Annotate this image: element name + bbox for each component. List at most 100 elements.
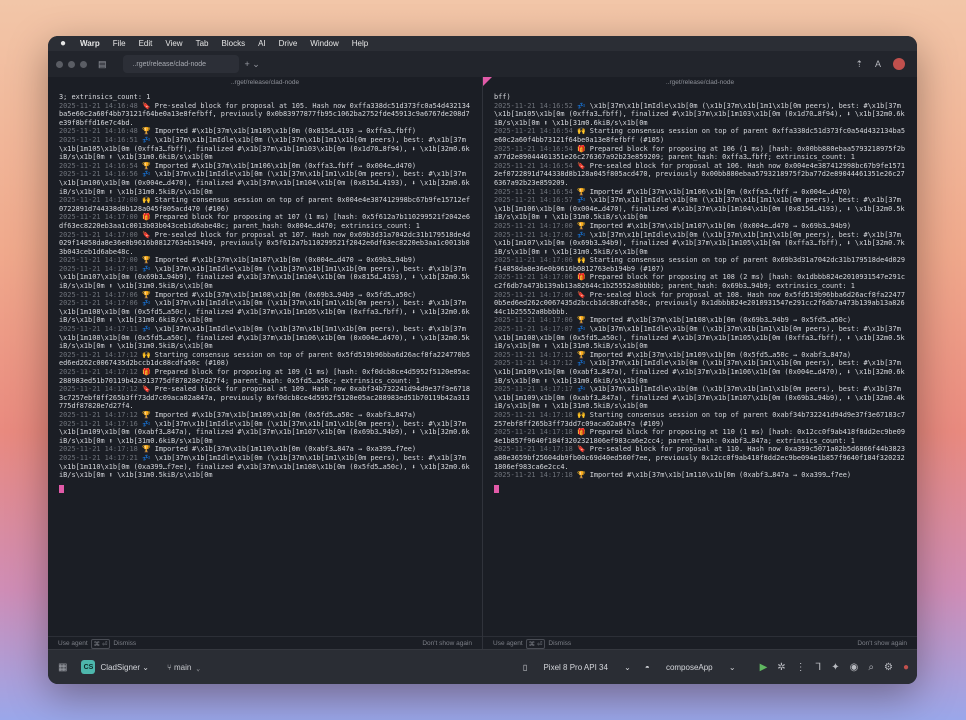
terminal-pane-right[interactable]: ..rget/release/clad-node bff) 2025-11-21 … xyxy=(483,77,917,650)
log-timestamp: 2025-11-21 14:17:18 xyxy=(494,428,573,437)
run-icon[interactable]: ▶ xyxy=(760,662,768,673)
log-timestamp: 2025-11-21 14:16:54 xyxy=(59,161,138,170)
log-line: 2025-11-21 14:17:06 🏆 Imported #\x1b[37m… xyxy=(59,291,473,300)
log-message: 🏆 Imported #\x1b[37m\x1b[1m106\x1b[0m (0… xyxy=(137,161,417,170)
log-line: 2025-11-21 14:17:12 🔖 Pre-sealed block f… xyxy=(59,385,473,411)
tab-clad-node[interactable]: ..rget/release/clad-node xyxy=(122,55,239,73)
ai-icon[interactable]: A xyxy=(875,59,881,69)
log-timestamp: 2025-11-21 14:16:54 xyxy=(494,161,573,170)
dont-show-again-link[interactable]: Don't show again xyxy=(422,640,472,647)
log-line: 2025-11-21 14:17:06 💤 \x1b[37m\x1b[1mIdl… xyxy=(59,299,473,325)
log-line: 2025-11-21 14:17:06 🎁 Prepared block for… xyxy=(494,273,908,290)
log-timestamp: 2025-11-21 14:17:00 xyxy=(59,213,138,222)
log-line: 2025-11-21 14:17:06 🔖 Pre-sealed block f… xyxy=(494,291,908,317)
warp-window: ● Warp File Edit View Tab Blocks AI Driv… xyxy=(48,36,917,684)
menu-drive[interactable]: Drive xyxy=(279,39,298,48)
log-line: 2025-11-21 14:17:01 💤 \x1b[37m\x1b[1mIdl… xyxy=(59,265,473,291)
use-agent-shortcut: ⌘ ⏎ xyxy=(525,638,546,649)
apple-icon[interactable]: ● xyxy=(60,38,70,49)
run-config: ▯ Pixel 8 Pro API 34 ⌄ ◓ composeApp ⌄ xyxy=(523,663,750,672)
new-tab-plus-icon[interactable]: + ⌄ xyxy=(245,59,260,70)
terminal-pane-left[interactable]: ..rget/release/clad-node 3; extrinsics_c… xyxy=(48,77,483,650)
log-timestamp: 2025-11-21 14:17:12 xyxy=(59,410,138,419)
log-line: 2025-11-21 14:16:57 💤 \x1b[37m\x1b[1mIdl… xyxy=(494,196,908,222)
more-icon[interactable]: ⋮ xyxy=(796,662,806,673)
log-line: 2025-11-21 14:17:00 🎁 Prepared block for… xyxy=(59,213,473,230)
log-message: 🏆 Imported #\x1b[37m\x1b[1m110\x1b[0m (0… xyxy=(572,471,852,480)
dont-show-again-link[interactable]: Don't show again xyxy=(857,640,907,647)
project-selector[interactable]: CS CladSigner ⌄ xyxy=(81,660,149,674)
menu-view[interactable]: View xyxy=(165,39,182,48)
menu-help[interactable]: Help xyxy=(352,39,368,48)
agent-bar-right: Use agent ⌘ ⏎ Dismiss Don't show again xyxy=(483,636,917,650)
log-line: 2025-11-21 14:17:18 🙌 Starting consensus… xyxy=(494,411,908,428)
use-agent-link[interactable]: Use agent xyxy=(493,640,523,647)
log-message: 🏆 Imported #\x1b[37m\x1b[1m107\x1b[0m (0… xyxy=(572,221,852,230)
log-line: 2025-11-21 14:16:48 🔖 Pre-sealed block f… xyxy=(59,102,473,128)
search-icon[interactable]: ⌕ xyxy=(868,662,874,673)
log-line: 2025-11-21 14:16:52 💤 \x1b[37m\x1b[1mIdl… xyxy=(494,102,908,128)
share-icon[interactable]: ⇡ xyxy=(855,59,863,70)
branch-selector[interactable]: ⑂ main ⌄ xyxy=(167,663,201,672)
log-timestamp: 2025-11-21 14:17:18 xyxy=(494,471,573,480)
log-timestamp: 2025-11-21 14:17:06 xyxy=(494,256,573,265)
log-line: 2025-11-21 14:16:54 🏆 Imported #\x1b[37m… xyxy=(494,188,908,197)
dismiss-link[interactable]: Dismiss xyxy=(548,640,571,647)
close-window-button[interactable] xyxy=(56,60,63,68)
menu-edit[interactable]: Edit xyxy=(139,39,153,48)
grid-icon[interactable]: ▦ xyxy=(58,662,67,673)
branch-name: main xyxy=(174,662,192,672)
menu-blocks[interactable]: Blocks xyxy=(222,39,246,48)
user-avatar[interactable] xyxy=(893,58,905,70)
log-line: 2025-11-21 14:17:12 💤 \x1b[37m\x1b[1mIdl… xyxy=(494,359,908,385)
zoom-window-button[interactable] xyxy=(80,60,87,68)
profile-icon[interactable]: ◉ xyxy=(850,662,859,673)
minimize-window-button[interactable] xyxy=(68,60,75,68)
use-agent-link[interactable]: Use agent xyxy=(58,640,88,647)
log-timestamp: 2025-11-21 14:17:00 xyxy=(59,230,138,239)
translate-icon[interactable]: Ꞁ xyxy=(816,662,822,673)
log-timestamp: 2025-11-21 14:16:48 xyxy=(59,101,138,110)
log-line: 2025-11-21 14:17:12 🙌 Starting consensus… xyxy=(59,351,473,368)
account-avatar-icon[interactable]: ● xyxy=(903,662,909,673)
menu-app-warp[interactable]: Warp xyxy=(80,39,100,48)
log-timestamp: 2025-11-21 14:17:06 xyxy=(59,299,138,308)
log-timestamp: 2025-11-21 14:16:56 xyxy=(59,170,138,179)
log-line: 2025-11-21 14:16:54 🔖 Pre-sealed block f… xyxy=(494,162,908,188)
menu-window[interactable]: Window xyxy=(310,39,338,48)
log-line: 2025-11-21 14:17:07 💤 \x1b[37m\x1b[1mIdl… xyxy=(494,325,908,351)
dismiss-link[interactable]: Dismiss xyxy=(113,640,136,647)
device-name: Pixel 8 Pro API 34 xyxy=(543,662,608,672)
settings-gear-icon[interactable]: ⚙ xyxy=(884,662,893,673)
log-line: 2025-11-21 14:17:12 🎁 Prepared block for… xyxy=(59,368,473,385)
tabbar-actions: ⇡ A xyxy=(855,58,917,70)
log-message: 🏆 Imported #\x1b[37m\x1b[1m108\x1b[0m (0… xyxy=(572,316,852,325)
log-timestamp: 2025-11-21 14:17:16 xyxy=(59,419,138,428)
menu-tab[interactable]: Tab xyxy=(196,39,209,48)
log-line: 2025-11-21 14:17:02 💤 \x1b[37m\x1b[1mIdl… xyxy=(494,231,908,257)
log-line: 2025-11-21 14:16:48 🏆 Imported #\x1b[37m… xyxy=(59,127,473,136)
device-selector[interactable]: ▯ Pixel 8 Pro API 34 ⌄ xyxy=(523,663,631,672)
log-timestamp: 2025-11-21 14:17:01 xyxy=(59,264,138,273)
log-timestamp: 2025-11-21 14:17:11 xyxy=(59,325,138,334)
log-timestamp: 2025-11-21 14:17:18 xyxy=(494,410,573,419)
log-line: 2025-11-21 14:17:18 🎁 Prepared block for… xyxy=(494,428,908,445)
log-timestamp: 2025-11-21 14:17:12 xyxy=(59,385,138,394)
ai-assistant-icon[interactable]: ✦ xyxy=(831,662,839,673)
log-timestamp: 2025-11-21 14:17:12 xyxy=(59,368,138,376)
config-selector[interactable]: ◓ composeApp ⌄ xyxy=(645,663,736,672)
menu-file[interactable]: File xyxy=(113,39,126,48)
log-message: 🏆 Imported #\x1b[37m\x1b[1m109\x1b[0m (0… xyxy=(572,350,852,359)
branch-icon: ⑂ xyxy=(166,662,174,672)
log-timestamp: 2025-11-21 14:17:07 xyxy=(494,325,573,334)
log-timestamp: 2025-11-21 14:17:06 xyxy=(494,290,573,299)
debug-icon[interactable]: ✲ xyxy=(777,662,785,673)
log-timestamp: 2025-11-21 14:16:54 xyxy=(494,144,573,153)
log-line: 2025-11-21 14:16:54 🎁 Prepared block for… xyxy=(494,145,908,162)
sidebar-toggle-icon[interactable]: ▤ xyxy=(98,59,107,70)
log-timestamp: 2025-11-21 14:17:12 xyxy=(494,359,573,368)
active-pane-indicator xyxy=(483,77,492,86)
tab-bar: ▤ ..rget/release/clad-node + ⌄ ⇡ A xyxy=(48,51,917,78)
menu-ai[interactable]: AI xyxy=(258,39,266,48)
log-line: 3; extrinsics_count: 1 xyxy=(59,93,473,102)
